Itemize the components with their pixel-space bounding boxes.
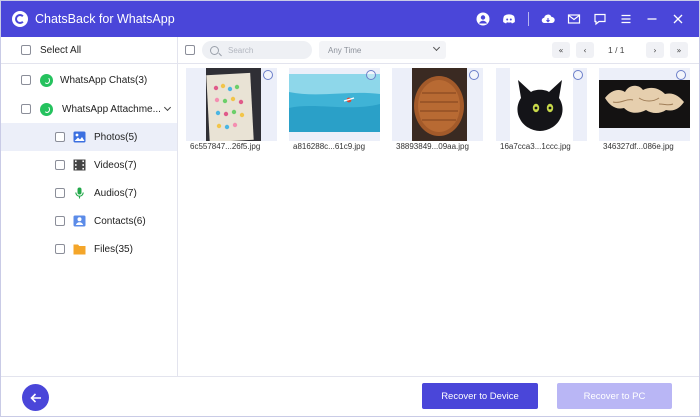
- videos-icon: [73, 159, 86, 171]
- select-circle[interactable]: [263, 70, 273, 80]
- select-all-row[interactable]: Select All: [1, 37, 177, 64]
- close-icon[interactable]: [665, 6, 691, 32]
- whatsapp-icon: [40, 73, 53, 87]
- contacts-checkbox[interactable]: [55, 216, 65, 226]
- photo-tile[interactable]: [392, 68, 483, 141]
- photo-tile[interactable]: [289, 68, 380, 141]
- videos-checkbox[interactable]: [55, 160, 65, 170]
- chevron-down-icon[interactable]: [163, 103, 171, 112]
- page-indicator: 1 / 1: [608, 45, 625, 55]
- recover-to-pc-button[interactable]: Recover to PC: [557, 383, 672, 409]
- contacts-icon: [73, 215, 86, 227]
- photo-filename: 6c557847...26f5.jpg: [190, 142, 261, 151]
- prev-page-button[interactable]: ‹: [576, 42, 594, 58]
- content-toolbar: Search Any Time « ‹ 1 / 1 › »: [178, 37, 699, 64]
- mail-icon[interactable]: [561, 6, 587, 32]
- select-circle[interactable]: [573, 70, 583, 80]
- photos-checkbox[interactable]: [55, 132, 65, 142]
- chats-checkbox[interactable]: [21, 75, 31, 85]
- chevron-down-icon: [432, 43, 441, 52]
- search-input[interactable]: Search: [202, 41, 312, 59]
- app-title: ChatsBack for WhatsApp: [35, 12, 175, 26]
- photo-thumbnail: [392, 68, 483, 141]
- title-bar: ChatsBack for WhatsApp: [1, 1, 699, 37]
- photo-thumbnail: [186, 68, 277, 141]
- sidebar-item-videos[interactable]: Videos(7): [1, 151, 177, 179]
- sidebar-item-whatsapp-chats[interactable]: WhatsApp Chats(3): [1, 66, 177, 94]
- select-all-checkbox[interactable]: [21, 45, 31, 55]
- folder-icon: [73, 244, 86, 255]
- photo-thumbnail: [496, 68, 587, 141]
- arrow-left-icon: [29, 392, 41, 403]
- app-window: ChatsBack for WhatsApp Select All WhatsA…: [0, 0, 700, 417]
- sidebar-item-label: Files(35): [94, 243, 133, 255]
- recover-to-device-button[interactable]: Recover to Device: [422, 383, 538, 409]
- feedback-icon[interactable]: [587, 6, 613, 32]
- select-all-label: Select All: [40, 44, 82, 56]
- next-page-button[interactable]: ›: [646, 42, 664, 58]
- time-filter-dropdown[interactable]: Any Time: [319, 41, 446, 59]
- sidebar-item-label: Videos(7): [94, 159, 137, 171]
- search-placeholder: Search: [228, 45, 254, 55]
- photo-filename: a816288c...61c9.jpg: [293, 142, 366, 151]
- sidebar-item-files[interactable]: Files(35): [1, 235, 177, 263]
- photo-tile[interactable]: [496, 68, 587, 141]
- photos-icon: [73, 131, 86, 143]
- sidebar: Select All WhatsApp Chats(3) WhatsApp At…: [1, 37, 178, 376]
- photo-filename: 38893849...09aa.jpg: [396, 142, 469, 151]
- whatsapp-icon: [40, 102, 53, 116]
- footer-bar: Recover to Device Recover to PC: [1, 376, 699, 416]
- account-icon[interactable]: [470, 6, 496, 32]
- title-bar-icons: [470, 1, 691, 37]
- sidebar-item-photos[interactable]: Photos(5): [1, 123, 177, 151]
- last-page-button[interactable]: »: [670, 42, 688, 58]
- photo-tile[interactable]: [186, 68, 277, 141]
- select-circle[interactable]: [366, 70, 376, 80]
- sidebar-item-label: WhatsApp Chats(3): [60, 74, 148, 86]
- photo-tile[interactable]: [599, 68, 690, 141]
- app-logo-icon: [12, 11, 28, 27]
- attachments-checkbox[interactable]: [21, 104, 31, 114]
- photo-thumbnail: [599, 68, 690, 141]
- back-button[interactable]: [22, 384, 49, 411]
- discord-icon[interactable]: [496, 6, 522, 32]
- select-circle[interactable]: [676, 70, 686, 80]
- select-circle[interactable]: [469, 70, 479, 80]
- photo-thumbnail: [289, 68, 380, 141]
- sidebar-item-whatsapp-attachments[interactable]: WhatsApp Attachme...: [1, 95, 177, 123]
- sidebar-item-audios[interactable]: Audios(7): [1, 179, 177, 207]
- menu-icon[interactable]: [613, 6, 639, 32]
- time-filter-value: Any Time: [328, 45, 362, 55]
- audios-checkbox[interactable]: [55, 188, 65, 198]
- title-bar-divider: [528, 12, 529, 26]
- sidebar-item-label: Photos(5): [94, 131, 138, 143]
- photo-filename: 346327df...086e.jpg: [603, 142, 674, 151]
- first-page-button[interactable]: «: [552, 42, 570, 58]
- photo-filename: 16a7cca3...1ccc.jpg: [500, 142, 571, 151]
- sidebar-item-contacts[interactable]: Contacts(6): [1, 207, 177, 235]
- select-page-checkbox[interactable]: [185, 45, 195, 55]
- sidebar-item-label: Contacts(6): [94, 215, 146, 227]
- sidebar-item-label: WhatsApp Attachme...: [62, 103, 161, 115]
- minimize-icon[interactable]: [639, 6, 665, 32]
- sidebar-item-label: Audios(7): [94, 187, 137, 199]
- microphone-icon: [75, 187, 84, 199]
- search-icon: [210, 45, 219, 55]
- cloud-icon[interactable]: [535, 6, 561, 32]
- files-checkbox[interactable]: [55, 244, 65, 254]
